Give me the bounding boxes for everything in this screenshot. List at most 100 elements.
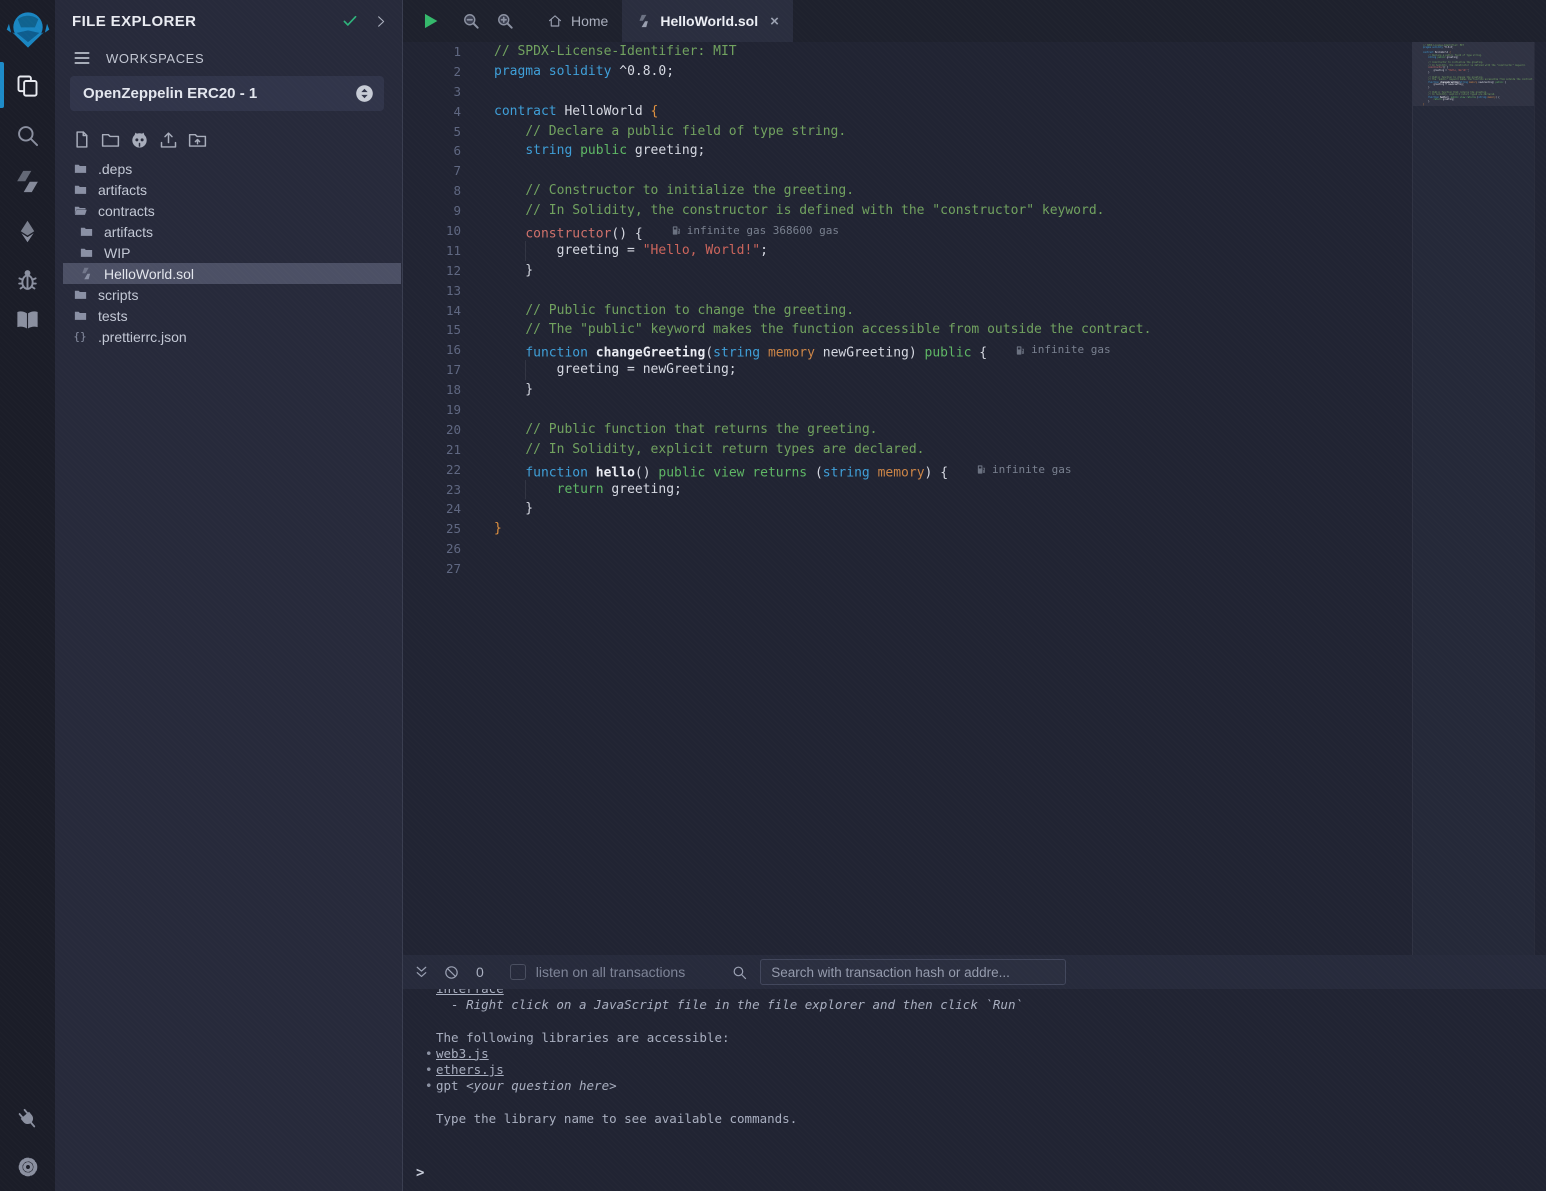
github-icon[interactable] [129,129,150,150]
code-line[interactable]: 6 string public greeting; [403,141,1412,161]
tab-helloworld-sol[interactable]: HelloWorld.sol× [622,0,793,42]
folder-icon [72,161,88,176]
code-line[interactable]: 3 [403,82,1412,102]
terminal-link[interactable]: web3.js [436,1046,489,1061]
new-file-icon[interactable] [71,129,92,150]
code-line[interactable]: 20 // Public function that returns the g… [403,420,1412,440]
code-line[interactable]: 4contract HelloWorld { [403,102,1412,122]
minimap[interactable]: // SPDX-License-Identifier: MITpragma so… [1412,42,1534,955]
line-number: 14 [403,301,461,321]
workspace-select[interactable]: OpenZeppelin ERC20 - 1 [70,76,384,111]
code-text: } [494,261,533,281]
code-line[interactable]: 8 // Constructor to initialize the greet… [403,181,1412,201]
code-line[interactable]: 2pragma solidity ^0.8.0; [403,62,1412,82]
tree-item-artifacts[interactable]: artifacts [55,179,401,200]
run-button[interactable] [419,10,441,32]
clear-console-icon[interactable] [443,964,460,981]
code-line[interactable]: 22 function hello() public view returns … [403,460,1412,480]
code-line[interactable]: 27 [403,559,1412,579]
terminal-prompt[interactable]: > [416,1165,424,1181]
code-line[interactable]: 26 [403,539,1412,559]
folder-icon [78,224,94,239]
rail-item-remix-logo[interactable] [0,8,55,52]
tree-item--prettierrc-json[interactable]: {}.prettierrc.json [55,326,401,347]
tree-item-label: .deps [98,161,132,177]
code-line[interactable]: 19 [403,400,1412,420]
check-icon[interactable] [341,12,359,30]
folder-icon [72,182,88,197]
code-line[interactable]: 21 // In Solidity, explicit return types… [403,440,1412,460]
editor-scrollbar[interactable] [1534,42,1546,955]
tree-item-label: WIP [104,245,130,261]
tree-item-artifacts[interactable]: artifacts [55,221,401,242]
tree-item--deps[interactable]: .deps [55,158,401,179]
close-icon[interactable]: × [770,14,779,29]
deploy-run-icon [14,218,41,245]
listen-transactions-label[interactable]: listen on all transactions [536,964,685,980]
rail-item-file-explorer[interactable] [0,72,55,99]
code-line[interactable]: 11 greeting = "Hello, World!"; [403,241,1412,261]
terminal-line [436,1013,1546,1029]
terminal-link[interactable]: interface [436,989,504,996]
minimap-code: // SPDX-License-Identifier: MITpragma so… [1423,45,1534,111]
new-folder-icon[interactable] [100,129,121,150]
code-line[interactable]: 17 greeting = newGreeting; [403,360,1412,380]
line-number: 3 [403,82,461,102]
terminal-text: gpt [436,1078,466,1093]
chevron-double-down-icon[interactable] [413,964,430,981]
code-line[interactable]: 23 return greeting; [403,480,1412,500]
rail-item-search[interactable] [0,122,55,149]
line-number: 10 [403,221,461,241]
remix-ide-window: FILE EXPLORER WORKSPACES OpenZeppelin ER… [0,0,1546,1191]
zoom-out-icon[interactable] [461,11,481,31]
code-text: return greeting; [494,480,682,500]
rail-item-deploy-run[interactable] [0,218,55,245]
code-line[interactable]: 5 // Declare a public field of type stri… [403,122,1412,142]
upload-folder-icon[interactable] [187,129,208,150]
zoom-in-icon[interactable] [495,11,515,31]
code-line[interactable]: 1// SPDX-License-Identifier: MIT [403,42,1412,62]
remix-logo-icon [6,8,50,52]
code-text: string public greeting; [494,141,705,161]
rail-item-plugin-manager[interactable] [0,1106,55,1132]
code-line[interactable]: 18 } [403,380,1412,400]
transaction-search-input[interactable] [760,959,1066,985]
line-number: 24 [403,499,461,519]
rail-item-settings[interactable] [0,1154,55,1180]
line-number: 11 [403,241,461,261]
terminal-line: •gpt <your question here> [436,1078,1546,1094]
tree-item-contracts[interactable]: contracts [55,200,401,221]
tree-item-wip[interactable]: WIP [55,242,401,263]
upload-file-icon[interactable] [158,129,179,150]
search-icon [731,964,748,981]
tree-item-scripts[interactable]: scripts [55,284,401,305]
code-line[interactable]: 15 // The "public" keyword makes the fun… [403,320,1412,340]
terminal-line: The following libraries are accessible: [436,1030,1546,1046]
listen-transactions-checkbox[interactable] [510,964,526,980]
code-line[interactable]: 14 // Public function to change the gree… [403,301,1412,321]
hamburger-menu-icon[interactable] [72,48,92,68]
code-line[interactable]: 12 } [403,261,1412,281]
code-line[interactable]: 9 // In Solidity, the constructor is def… [403,201,1412,221]
code-line[interactable]: 24 } [403,499,1412,519]
code-line[interactable]: 7 [403,161,1412,181]
tree-item-helloworld-sol[interactable]: HelloWorld.sol [55,263,401,284]
settings-icon [15,1154,41,1180]
terminal-line: •ethers.js [436,1062,1546,1078]
tree-item-label: artifacts [104,224,153,240]
rail-item-solidity-compiler[interactable] [0,168,55,195]
code-editor[interactable]: 1// SPDX-License-Identifier: MIT2pragma … [403,42,1546,955]
code-line[interactable]: 13 [403,281,1412,301]
tab-home[interactable]: Home [533,0,622,42]
line-number: 16 [403,340,461,360]
rail-item-learn[interactable] [0,306,55,333]
chevron-right-icon[interactable] [373,14,388,29]
search-icon [14,122,41,149]
code-line[interactable]: 10 constructor() {infinite gas 368600 ga… [403,221,1412,241]
terminal-link[interactable]: ethers.js [436,1062,504,1077]
code-line[interactable]: 16 function changeGreeting(string memory… [403,340,1412,360]
code-line[interactable]: 25} [403,519,1412,539]
rail-item-debugger[interactable] [0,266,55,293]
tree-item-label: .prettierrc.json [98,329,187,345]
tree-item-tests[interactable]: tests [55,305,401,326]
